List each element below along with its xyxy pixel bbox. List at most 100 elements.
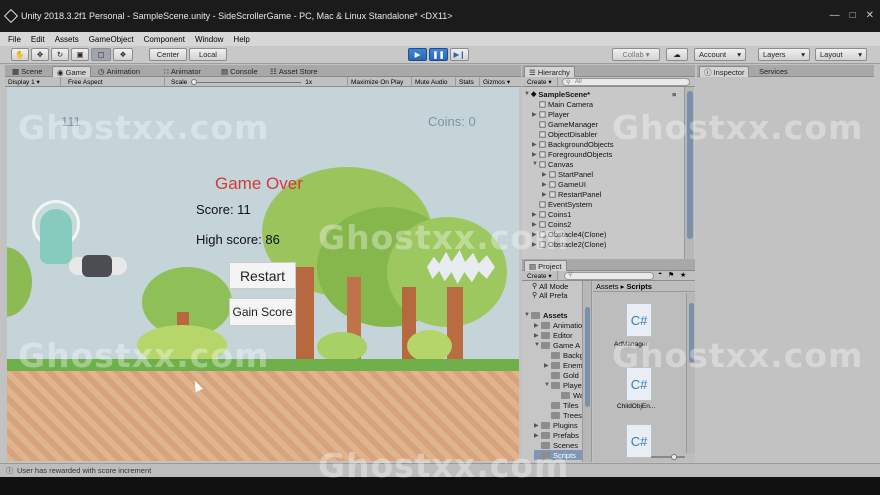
rotate-tool-icon[interactable]: ↻: [51, 48, 69, 61]
pivot-local-button[interactable]: Local: [189, 48, 227, 61]
csharp-script-icon[interactable]: C#: [626, 367, 652, 401]
folder-item[interactable]: Wa: [554, 390, 584, 400]
filter-label-icon[interactable]: ⚑: [668, 271, 674, 279]
chevron-down-icon[interactable]: ▼: [524, 91, 531, 97]
folder-item-selected[interactable]: Scripts: [534, 450, 586, 460]
account-dropdown[interactable]: Account ▾: [694, 48, 746, 61]
hierarchy-item[interactable]: GameManager: [532, 119, 598, 129]
menu-help[interactable]: Help: [233, 35, 249, 44]
tab-inspector[interactable]: ⓘ Inspector: [699, 66, 750, 77]
project-create-button[interactable]: Create ▾: [524, 271, 558, 281]
tab-console[interactable]: ▤ Console: [217, 66, 262, 77]
step-button[interactable]: ▶❙: [450, 48, 469, 61]
folder-item[interactable]: ▶ Enem: [544, 360, 583, 370]
hierarchy-item[interactable]: ▶ BackgroundObjects: [532, 139, 613, 149]
hierarchy-scroll-thumb[interactable]: [687, 91, 693, 239]
chevron-down-icon[interactable]: ▼: [534, 342, 541, 348]
options-icon[interactable]: ≡: [672, 89, 676, 99]
folder-item[interactable]: Backg: [544, 350, 584, 360]
hierarchy-item[interactable]: ▶ Obstacle2(Clone): [532, 239, 606, 249]
chevron-right-icon[interactable]: ▶: [534, 322, 541, 329]
layers-dropdown[interactable]: Layers ▾: [758, 48, 810, 61]
folder-item[interactable]: ▶ Animatio: [534, 320, 582, 330]
project-tree-scrollbar[interactable]: [582, 281, 591, 462]
hierarchy-scrollbar[interactable]: [684, 87, 694, 259]
hierarchy-item[interactable]: ▼ Canvas: [532, 159, 573, 169]
chevron-right-icon[interactable]: ▶: [542, 171, 549, 178]
menu-assets[interactable]: Assets: [55, 35, 79, 44]
hierarchy-scene-root[interactable]: ▼ ◆ SampleScene*: [524, 89, 590, 99]
tab-animator[interactable]: ∷ Animator: [160, 66, 205, 77]
game-view[interactable]: 111 Coins: 0 Game Over Score: 11 High sc…: [7, 87, 519, 461]
folder-item[interactable]: ▶ Editor: [534, 330, 573, 340]
restart-button[interactable]: Restart: [229, 262, 296, 289]
filter-type-icon[interactable]: ◓: [658, 271, 662, 278]
hierarchy-item[interactable]: EventSystem: [532, 199, 592, 209]
chevron-right-icon[interactable]: ▶: [542, 181, 549, 188]
hierarchy-item[interactable]: ▶ GameUI: [542, 179, 586, 189]
scale-handle[interactable]: [191, 78, 198, 85]
favorite-star-icon[interactable]: ★: [680, 271, 686, 279]
gain-score-button[interactable]: Gain Score: [229, 298, 296, 326]
display-dropdown[interactable]: Display 1 ▾: [5, 77, 61, 87]
hierarchy-item[interactable]: ▶ Obstacle4(Clone): [532, 229, 606, 239]
chevron-right-icon[interactable]: ▶: [542, 191, 549, 198]
menu-gameobject[interactable]: GameObject: [89, 35, 134, 44]
icon-size-handle[interactable]: [671, 454, 677, 460]
folder-item[interactable]: ▶ Prefabs: [534, 430, 579, 440]
aspect-dropdown[interactable]: Free Aspect: [65, 77, 165, 87]
assets-root-folder[interactable]: ▼ Assets: [524, 310, 568, 320]
chevron-right-icon[interactable]: ▶: [532, 211, 539, 218]
folder-item[interactable]: Tiles: [544, 400, 579, 410]
tab-project[interactable]: ▤ Project: [524, 260, 567, 271]
status-bar[interactable]: ⓘ User has rewarded with score increment: [0, 463, 880, 477]
chevron-down-icon[interactable]: ▼: [524, 312, 531, 318]
hierarchy-item[interactable]: ▶ ForegroundObjects: [532, 149, 612, 159]
chevron-right-icon[interactable]: ▶: [532, 111, 539, 118]
tab-services[interactable]: Services: [755, 66, 792, 77]
project-tree-scroll-thumb[interactable]: [585, 307, 590, 407]
play-button[interactable]: ▶: [408, 48, 427, 61]
gizmos-dropdown[interactable]: Gizmos ▾: [480, 77, 520, 87]
rect-tool-icon[interactable]: ▢: [91, 48, 111, 61]
hierarchy-item[interactable]: ▶ Player: [532, 109, 569, 119]
hierarchy-item[interactable]: ▶ RestartPanel: [542, 189, 601, 199]
hierarchy-item[interactable]: ObjectDisabler: [532, 129, 597, 139]
chevron-right-icon[interactable]: ▶: [534, 432, 541, 439]
menu-component[interactable]: Component: [144, 35, 185, 44]
project-search-input[interactable]: ⚲: [564, 272, 654, 280]
tab-game[interactable]: ◉ Game: [52, 66, 92, 77]
minimize-icon[interactable]: —: [830, 10, 840, 21]
folder-item[interactable]: Trees: [544, 410, 582, 420]
icon-size-slider[interactable]: [651, 454, 685, 460]
folder-item[interactable]: ▼ Game A: [534, 340, 580, 350]
breadcrumb-scripts[interactable]: Scripts: [626, 282, 651, 291]
menu-edit[interactable]: Edit: [31, 35, 45, 44]
csharp-script-icon[interactable]: C#: [626, 303, 652, 337]
project-content-scroll-thumb[interactable]: [689, 303, 694, 363]
layout-dropdown[interactable]: Layout ▾: [815, 48, 867, 61]
pause-button[interactable]: ❚❚: [429, 48, 448, 61]
folder-item[interactable]: ▼ Player: [544, 380, 584, 390]
chevron-down-icon[interactable]: ▼: [544, 382, 551, 388]
chevron-right-icon[interactable]: ▶: [532, 151, 539, 158]
tab-animation[interactable]: ◷ Animation: [94, 66, 144, 77]
hierarchy-item[interactable]: Main Camera: [532, 99, 593, 109]
scale-track[interactable]: [191, 78, 302, 85]
chevron-right-icon[interactable]: ▶: [544, 362, 551, 369]
hierarchy-item[interactable]: ▶ Coins1: [532, 209, 571, 219]
cloud-icon[interactable]: ☁: [666, 48, 688, 61]
scale-slider[interactable]: Scale 1x: [168, 77, 348, 87]
folder-item[interactable]: ▶ Plugins: [534, 420, 578, 430]
favorites-item[interactable]: ⚲ All Prefa: [532, 290, 568, 300]
mute-audio-toggle[interactable]: Mute Audio: [412, 77, 456, 87]
hierarchy-create-button[interactable]: Create ▾: [524, 77, 558, 87]
chevron-right-icon[interactable]: ▶: [532, 141, 539, 148]
collab-button[interactable]: Collab ▾: [612, 48, 660, 61]
csharp-script-icon[interactable]: C#: [626, 424, 652, 458]
close-icon[interactable]: ✕: [866, 10, 874, 21]
chevron-right-icon[interactable]: ▶: [532, 221, 539, 228]
chevron-down-icon[interactable]: ▼: [532, 161, 539, 167]
move-tool-icon[interactable]: ✥: [31, 48, 49, 61]
project-content-scrollbar[interactable]: [686, 293, 695, 453]
